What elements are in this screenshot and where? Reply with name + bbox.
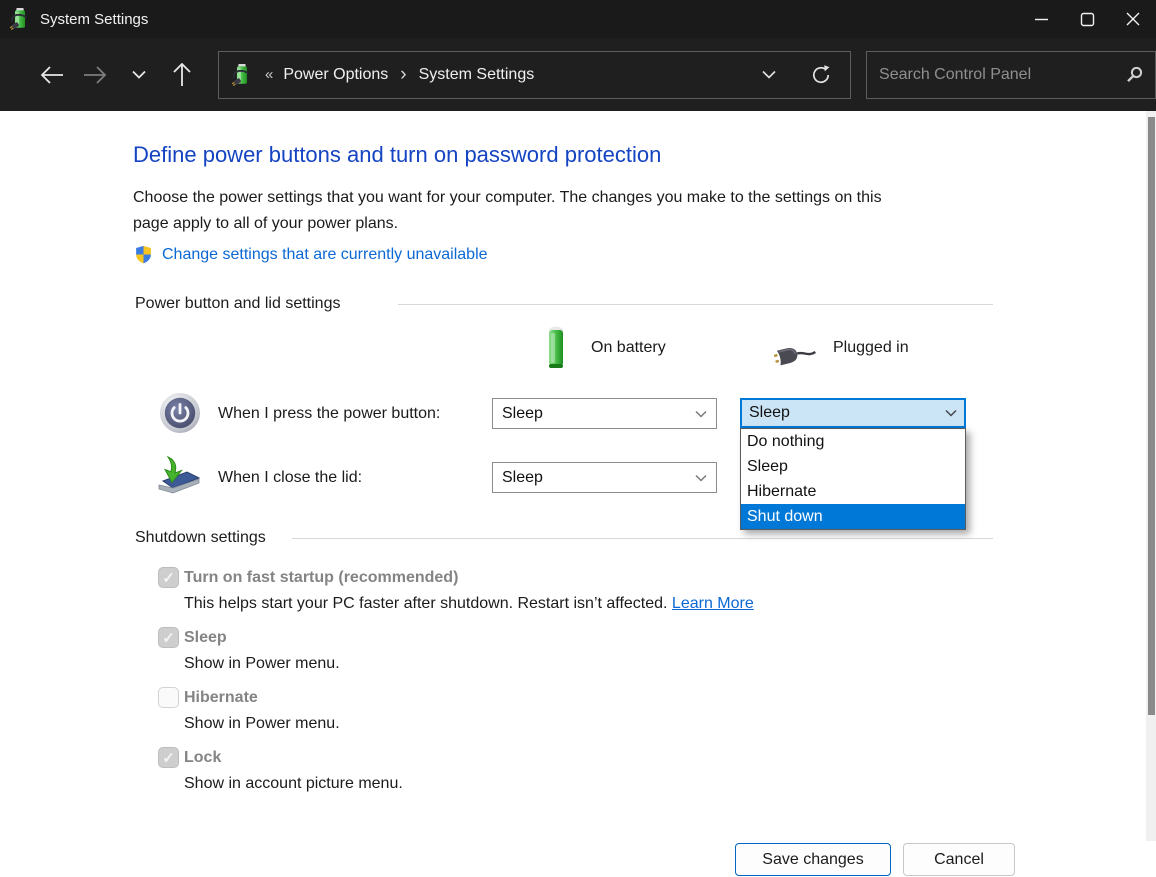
maximize-button[interactable] xyxy=(1064,0,1110,38)
dropdown-option-hibernate[interactable]: Hibernate xyxy=(741,479,965,504)
breadcrumb-separator-icon: › xyxy=(400,68,406,82)
chevron-down-icon xyxy=(695,410,707,418)
dropdown-option-sleep[interactable]: Sleep xyxy=(741,454,965,479)
col-plugged-in: Plugged in xyxy=(833,339,909,357)
titlebar: System Settings xyxy=(0,0,1156,38)
shutdown-section-divider xyxy=(292,538,993,539)
window-title: System Settings xyxy=(40,11,148,28)
lock-checkbox[interactable]: ✓ xyxy=(158,747,179,768)
hibernate-desc: Show in Power menu. xyxy=(184,715,340,733)
chevron-down-icon xyxy=(695,474,707,482)
close-lid-row-label: When I close the lid: xyxy=(218,469,362,487)
dropdown-option-shut-down[interactable]: Shut down xyxy=(741,504,965,529)
search-icon[interactable] xyxy=(1126,66,1143,83)
chevron-down-icon xyxy=(132,70,146,79)
address-battery-icon xyxy=(231,63,253,87)
shutdown-section-title: Shutdown settings xyxy=(135,529,266,547)
address-bar[interactable]: « Power Options › System Settings xyxy=(218,51,851,99)
minimize-button[interactable] xyxy=(1018,0,1064,38)
cancel-button[interactable]: Cancel xyxy=(903,843,1015,876)
power-battery-select[interactable]: Sleep xyxy=(492,398,717,429)
power-section-divider xyxy=(398,304,993,305)
scrollbar-thumb[interactable] xyxy=(1148,117,1155,715)
minimize-icon xyxy=(1034,12,1049,27)
breadcrumb-overflow-chevron[interactable]: « xyxy=(265,66,273,83)
fast-startup-checkbox[interactable]: ✓ xyxy=(158,567,179,588)
fast-startup-desc-text: This helps start your PC faster after sh… xyxy=(184,595,672,612)
search-box xyxy=(866,51,1156,99)
up-icon xyxy=(173,63,191,87)
col-on-battery: On battery xyxy=(591,339,666,357)
power-button-icon xyxy=(159,392,201,434)
address-dropdown-chevron-icon[interactable] xyxy=(762,70,776,79)
app-battery-icon xyxy=(9,7,31,31)
lock-label: Lock xyxy=(184,749,221,767)
page-title: Define power buttons and turn on passwor… xyxy=(133,142,661,168)
power-plugged-select[interactable]: Sleep xyxy=(740,398,966,428)
close-lid-icon xyxy=(151,453,201,499)
power-plugged-dropdown-list: Do nothing Sleep Hibernate Shut down xyxy=(740,428,966,530)
power-battery-select-value: Sleep xyxy=(502,405,543,423)
back-button[interactable] xyxy=(30,53,74,97)
search-input[interactable] xyxy=(879,66,1126,84)
lid-battery-select[interactable]: Sleep xyxy=(492,462,717,493)
chevron-down-icon xyxy=(945,409,957,417)
maximize-icon xyxy=(1080,12,1095,27)
sleep-desc: Show in Power menu. xyxy=(184,655,340,673)
content-area: Define power buttons and turn on passwor… xyxy=(0,111,1156,877)
check-icon: ✓ xyxy=(162,629,175,647)
uac-link-row: Change settings that are currently unava… xyxy=(134,245,488,264)
hibernate-label: Hibernate xyxy=(184,689,258,707)
forward-icon xyxy=(83,66,107,84)
uac-shield-icon xyxy=(134,245,153,264)
system-settings-window: System Settings xyxy=(0,0,1156,877)
sleep-checkbox[interactable]: ✓ xyxy=(158,627,179,648)
power-section-title: Power button and lid settings xyxy=(135,295,340,313)
intro-line-1: Choose the power settings that you want … xyxy=(133,189,882,206)
change-settings-link[interactable]: Change settings that are currently unava… xyxy=(162,246,488,264)
on-battery-icon xyxy=(544,325,568,371)
hibernate-checkbox[interactable] xyxy=(158,687,179,708)
breadcrumb-power-options[interactable]: Power Options xyxy=(283,66,388,84)
dropdown-option-do-nothing[interactable]: Do nothing xyxy=(741,429,965,454)
power-plugged-select-value: Sleep xyxy=(749,404,790,422)
intro-text: Choose the power settings that you want … xyxy=(133,185,882,237)
check-icon: ✓ xyxy=(162,749,175,767)
power-button-row-label: When I press the power button: xyxy=(218,405,440,423)
vertical-scrollbar[interactable] xyxy=(1146,111,1156,841)
refresh-icon[interactable] xyxy=(810,64,832,86)
navigation-bar: « Power Options › System Settings xyxy=(0,38,1156,111)
plugged-in-icon xyxy=(770,333,824,371)
forward-button[interactable] xyxy=(74,53,118,97)
sleep-label: Sleep xyxy=(184,629,227,647)
window-controls xyxy=(1018,0,1156,38)
back-icon xyxy=(40,66,64,84)
save-changes-button[interactable]: Save changes xyxy=(735,843,891,876)
recent-pages-button[interactable] xyxy=(117,53,161,97)
intro-line-2: page apply to all of your power plans. xyxy=(133,215,398,232)
learn-more-link[interactable]: Learn More xyxy=(672,595,754,612)
breadcrumb-system-settings[interactable]: System Settings xyxy=(419,66,535,84)
lid-battery-select-value: Sleep xyxy=(502,469,543,487)
fast-startup-desc: This helps start your PC faster after sh… xyxy=(184,595,754,613)
lock-desc: Show in account picture menu. xyxy=(184,775,403,793)
up-button[interactable] xyxy=(161,53,205,97)
close-icon xyxy=(1125,11,1141,27)
check-icon: ✓ xyxy=(162,569,175,587)
close-button[interactable] xyxy=(1110,0,1156,38)
fast-startup-label: Turn on fast startup (recommended) xyxy=(184,569,458,587)
